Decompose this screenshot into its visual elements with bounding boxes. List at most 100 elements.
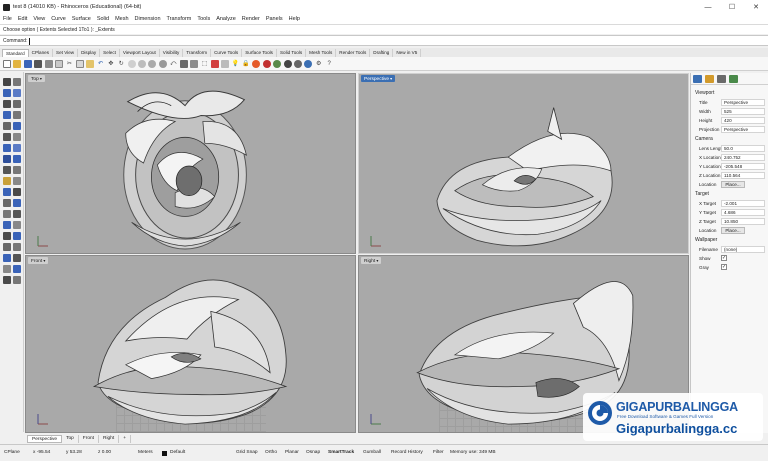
undo-view-icon[interactable]: ⤺ [169, 60, 177, 68]
mesh-icon[interactable] [3, 166, 11, 174]
four-view-icon[interactable] [179, 59, 188, 68]
viewport-label-top[interactable]: Top [28, 75, 45, 82]
menu-analyze[interactable]: Analyze [216, 16, 236, 22]
layout-icon[interactable] [190, 59, 199, 68]
tab-surface-tools[interactable]: Surface Tools [242, 49, 277, 57]
loft-icon[interactable] [3, 254, 11, 262]
smarttrack-toggle[interactable]: SmartTrack [328, 449, 354, 457]
menu-edit[interactable]: Edit [18, 16, 27, 22]
new-file-icon[interactable] [3, 59, 11, 68]
menu-render[interactable]: Render [242, 16, 260, 22]
menu-curve[interactable]: Curve [51, 16, 66, 22]
cut-icon[interactable]: ✂ [65, 60, 73, 68]
tab-render-tools[interactable]: Render Tools [336, 49, 371, 57]
tab-transform[interactable]: Transform [183, 49, 212, 57]
viewport-tab-right[interactable]: Right [99, 435, 120, 443]
menu-surface[interactable]: Surface [72, 16, 91, 22]
surface-icon[interactable] [3, 144, 11, 152]
patch-icon[interactable] [13, 276, 21, 284]
mirror-icon[interactable] [3, 221, 11, 229]
menu-tools[interactable]: Tools [197, 16, 210, 22]
camera-place-button[interactable]: Place... [721, 181, 745, 188]
polyline-icon[interactable] [13, 89, 21, 97]
zoom-extents-icon[interactable] [148, 59, 157, 68]
tab-viewport-layout[interactable]: Viewport Layout [120, 49, 160, 57]
grid-snap-toggle[interactable]: Grid Snap [236, 449, 258, 457]
network-icon[interactable] [13, 265, 21, 273]
help-tab-icon[interactable] [729, 74, 738, 83]
print-icon[interactable] [34, 59, 43, 68]
dimension-icon[interactable] [3, 232, 11, 240]
save-icon[interactable] [23, 59, 32, 68]
menu-mesh[interactable]: Mesh [115, 16, 128, 22]
object-properties-icon[interactable] [221, 59, 230, 68]
open-file-icon[interactable] [13, 59, 22, 68]
paste-icon[interactable] [86, 59, 95, 68]
zoom-window-icon[interactable] [138, 59, 147, 68]
viewport-top[interactable]: Top [25, 73, 356, 254]
polygon-icon[interactable] [13, 122, 21, 130]
tab-curve-tools[interactable]: Curve Tools [211, 49, 243, 57]
menu-file[interactable]: File [3, 16, 12, 22]
tab-select[interactable]: Select [100, 49, 120, 57]
x-target-field[interactable]: -2.001 [721, 200, 765, 207]
viewport-front[interactable]: Front [25, 255, 356, 433]
wallpaper-show-checkbox[interactable]: ✓ [721, 255, 727, 261]
menu-help[interactable]: Help [289, 16, 300, 22]
point-icon[interactable] [13, 78, 21, 86]
help-icon[interactable]: ? [325, 60, 333, 68]
boolean-icon[interactable] [3, 243, 11, 251]
material-icon[interactable] [262, 59, 271, 68]
ground-plane-icon[interactable] [293, 59, 302, 68]
minimize-button[interactable]: — [696, 0, 720, 14]
select-arrow-icon[interactable] [3, 78, 11, 86]
curve-icon[interactable] [3, 100, 11, 108]
zoom-icon[interactable] [127, 59, 136, 68]
projection-select[interactable]: Perspective [721, 126, 765, 133]
y-location-field[interactable]: -205.548 [721, 163, 765, 170]
zoom-selected-icon[interactable] [158, 59, 167, 68]
select-all-icon[interactable]: ⬚ [200, 60, 208, 68]
text-icon[interactable] [13, 133, 21, 141]
rotate-icon[interactable] [3, 210, 11, 218]
lock-icon[interactable]: 🔒 [242, 60, 250, 68]
sun-icon[interactable] [304, 59, 313, 68]
tab-set-view[interactable]: Set View [53, 49, 79, 57]
tab-display[interactable]: Display [78, 49, 101, 57]
join-icon[interactable] [3, 188, 11, 196]
record-history-toggle[interactable]: Record History [391, 449, 423, 457]
extrude-icon[interactable] [13, 144, 21, 152]
ortho-toggle[interactable]: Ortho [265, 449, 277, 457]
viewport-tab-top[interactable]: Top [62, 435, 79, 443]
menu-solid[interactable]: Solid [97, 16, 109, 22]
copy-object-icon[interactable] [13, 199, 21, 207]
freeform-icon[interactable] [3, 133, 11, 141]
menu-panels[interactable]: Panels [266, 16, 283, 22]
line-icon[interactable] [3, 89, 11, 97]
lightbulb-icon[interactable]: 💡 [232, 60, 240, 68]
gumball-toggle[interactable]: Gumball [363, 449, 381, 457]
lens-length-field[interactable]: 50.0 [721, 145, 765, 152]
viewport-tab-front[interactable]: Front [79, 435, 99, 443]
tab-standard[interactable]: Standard [2, 49, 29, 57]
trim-icon[interactable] [3, 177, 11, 185]
maximize-button[interactable]: ☐ [720, 0, 744, 14]
render-icon[interactable] [283, 59, 292, 68]
ellipse-icon[interactable] [13, 111, 21, 119]
properties-icon[interactable] [54, 59, 63, 68]
x-location-field[interactable]: 240.752 [721, 154, 765, 161]
tab-cplanes[interactable]: CPlanes [29, 49, 54, 57]
circle-icon[interactable] [13, 100, 21, 108]
rectangle-icon[interactable] [3, 122, 11, 130]
title-field[interactable]: Perspective [721, 99, 765, 106]
menu-view[interactable]: View [33, 16, 45, 22]
planar-toggle[interactable]: Planar [285, 449, 299, 457]
split-icon[interactable] [13, 177, 21, 185]
blend-icon[interactable] [3, 276, 11, 284]
array-icon[interactable] [13, 221, 21, 229]
render-sphere-icon[interactable] [252, 59, 261, 68]
rotate-view-icon[interactable]: ↻ [117, 60, 125, 68]
tab-mesh-tools[interactable]: Mesh Tools [306, 49, 337, 57]
sphere-icon[interactable] [13, 155, 21, 163]
environment-icon[interactable] [273, 59, 282, 68]
